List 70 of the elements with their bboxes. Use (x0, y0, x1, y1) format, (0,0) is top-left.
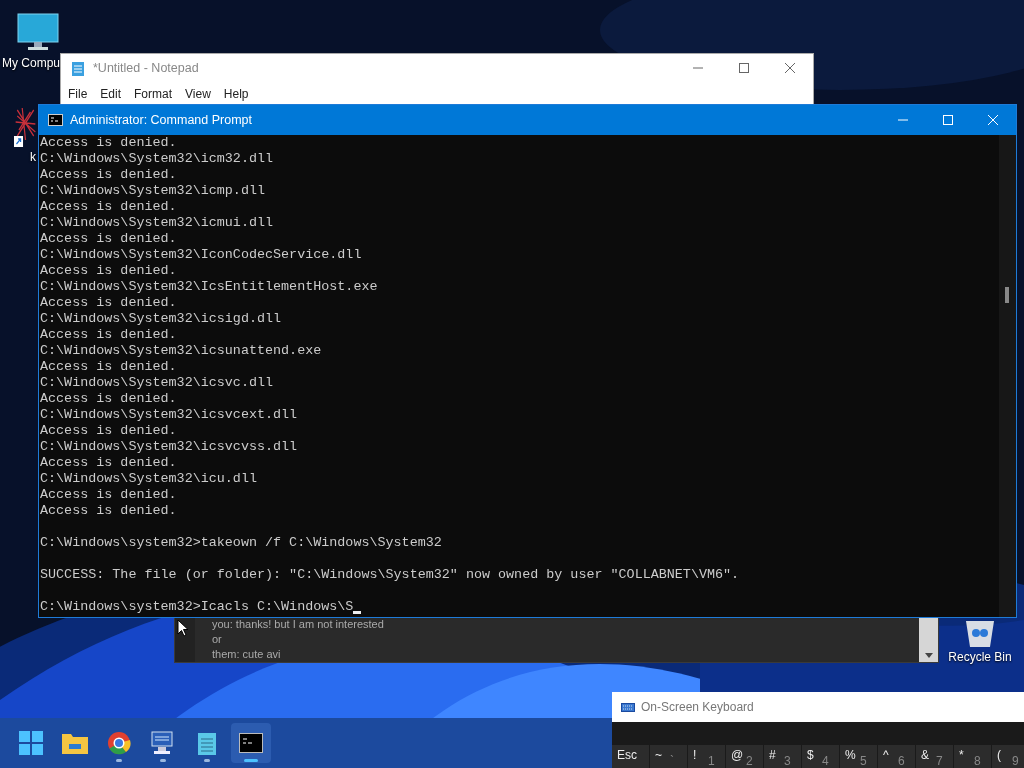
console-line: Access is denied. (40, 359, 177, 375)
console-line: C:\Windows\System32\icu.dll (40, 471, 257, 487)
menu-item[interactable]: Help (223, 87, 249, 101)
keyboard-key[interactable]: ^ 6 (878, 745, 916, 768)
menu-item[interactable]: View (185, 87, 211, 101)
console-line: Access is denied. (40, 231, 177, 247)
console-line: C:\Windows\System32\IconCodecService.dll (40, 247, 362, 263)
console-line: C:\Windows\System32\IcsEntitlementHost.exe (40, 279, 378, 295)
keyboard-key[interactable]: ! 1 (688, 745, 726, 768)
computer-icon (150, 731, 176, 755)
close-icon[interactable] (784, 62, 796, 74)
console-line: Access is denied. (40, 391, 177, 407)
recycle-bin-icon[interactable] (964, 619, 996, 649)
console-line: Access is denied. (40, 423, 177, 439)
console-line: Access is denied. (40, 455, 177, 471)
notepad-icon (71, 60, 85, 76)
console-line: Access is denied. (40, 295, 177, 311)
icon-label[interactable]: Recycle Bin (948, 650, 1012, 664)
console-line: Access is denied. (40, 135, 177, 151)
console-line: C:\Windows\System32\icmp.dll (40, 183, 265, 199)
monitor-icon[interactable] (16, 12, 60, 52)
keyboard-key[interactable]: Esc (612, 745, 650, 768)
windows-logo-icon (19, 731, 43, 755)
keyboard-key[interactable]: @ 2 (726, 745, 764, 768)
taskbar-button[interactable] (231, 723, 271, 763)
scribble-icon[interactable] (14, 106, 37, 148)
console-line: C:\Windows\System32\icsvcext.dll (40, 407, 298, 423)
keyboard-key[interactable]: $ 4 (802, 745, 840, 768)
maximize-icon[interactable] (738, 62, 750, 74)
notepad-icon (197, 731, 217, 755)
console-line: Access is denied. (40, 199, 177, 215)
menu-item[interactable]: Format (134, 87, 173, 101)
console-line: C:\Windows\System32\icsvcvss.dll (40, 439, 298, 455)
chat-message: them: cute avi (212, 647, 282, 662)
keyboard-key[interactable]: % 5 (840, 745, 878, 768)
keyboard-icon (621, 702, 635, 712)
scrollbar-thumb[interactable] (1005, 287, 1009, 303)
keyboard-key[interactable]: # 3 (764, 745, 802, 768)
chat-message: or (212, 632, 223, 647)
scroll-down-icon[interactable] (924, 653, 933, 658)
console-line: C:\Windows\System32\icsigd.dll (40, 311, 282, 327)
icon-label[interactable]: k (30, 150, 36, 164)
keyboard-key[interactable]: * 8 (954, 745, 992, 768)
console-line: C:\Windows\System32\icm32.dll (40, 151, 274, 167)
scrollbar[interactable] (919, 617, 938, 662)
console-line: Access is denied. (40, 503, 177, 519)
console-line: C:\Windows\system32>takeown /f C:\Windows\System32 (40, 535, 442, 551)
console-line: Access is denied. (40, 167, 177, 183)
window-title: *Untitled - Notepad (93, 61, 199, 75)
folder-icon (62, 732, 88, 754)
browser-icon (107, 731, 131, 755)
chat-message: you: thanks! but I am not interested (212, 617, 385, 632)
console-line: C:\Windows\System32\icsvc.dll (40, 375, 274, 391)
console-line: C:\Windows\system32>Icacls C:\Windows\S (40, 599, 354, 615)
terminal-icon (48, 114, 63, 126)
window-title: Administrator: Command Prompt (70, 113, 252, 127)
console-line: Access is denied. (40, 263, 177, 279)
menu-item[interactable]: File (68, 87, 88, 101)
terminal-icon (239, 733, 263, 753)
menu-item[interactable]: Edit (100, 87, 122, 101)
keyboard-key[interactable]: & 7 (916, 745, 954, 768)
console-line: Access is denied. (40, 487, 177, 503)
keyboard-key[interactable]: ~ ` (650, 745, 688, 768)
console-line: Access is denied. (40, 327, 177, 343)
window-title: On-Screen Keyboard (641, 700, 754, 714)
console-line: C:\Windows\System32\icsunattend.exe (40, 343, 322, 359)
console-line: C:\Windows\System32\icmui.dll (40, 215, 274, 231)
console-line: SUCCESS: The file (or folder): "C:\Windows\System32" now owned by user "COLLABNET\VM6". (40, 567, 740, 583)
keyboard-key[interactable]: ( 9 (992, 745, 1024, 768)
icon-label[interactable]: My Compu (2, 56, 60, 70)
